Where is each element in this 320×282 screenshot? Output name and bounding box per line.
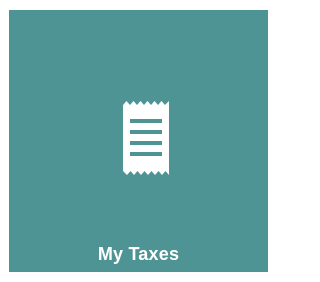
tile-label: My Taxes (97, 244, 180, 264)
my-taxes-tile[interactable]: My Taxes (9, 10, 268, 272)
receipt-icon (123, 99, 169, 177)
